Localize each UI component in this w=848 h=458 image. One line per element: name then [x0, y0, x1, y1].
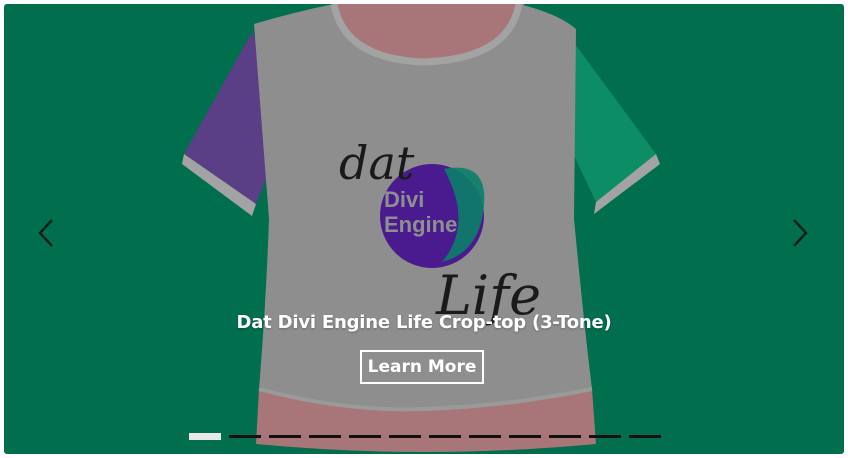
pagination-dot-9[interactable] — [509, 435, 541, 438]
pagination-dot-4[interactable] — [309, 435, 341, 438]
pagination-dot-3[interactable] — [269, 435, 301, 438]
previous-slide-button[interactable] — [34, 216, 58, 250]
pagination-dot-2[interactable] — [229, 435, 261, 438]
pagination-dot-1[interactable] — [189, 433, 221, 440]
pagination-dot-12[interactable] — [629, 435, 661, 438]
pagination-dot-8[interactable] — [469, 435, 501, 438]
chevron-left-icon — [38, 219, 53, 247]
chevron-right-icon — [793, 219, 808, 247]
pagination-dot-6[interactable] — [389, 435, 421, 438]
pagination-dot-10[interactable] — [549, 435, 581, 438]
pagination-dot-5[interactable] — [349, 435, 381, 438]
artwork-divi: Divi — [384, 187, 424, 212]
artwork-engine: Engine — [384, 212, 457, 237]
artwork-script-dat: dat — [339, 136, 415, 190]
product-slider: dat Life Divi Engine Dat Divi Engine Lif… — [4, 4, 844, 454]
slide-title: Dat Divi Engine Life Crop-top (3-Tone) — [236, 312, 612, 333]
pagination-dot-7[interactable] — [429, 435, 461, 438]
slider-pagination — [189, 433, 661, 440]
learn-more-button[interactable]: Learn More — [360, 350, 484, 384]
pagination-dot-11[interactable] — [589, 435, 621, 438]
tshirt-image: dat Life Divi Engine — [182, 4, 660, 452]
next-slide-button[interactable] — [788, 216, 812, 250]
